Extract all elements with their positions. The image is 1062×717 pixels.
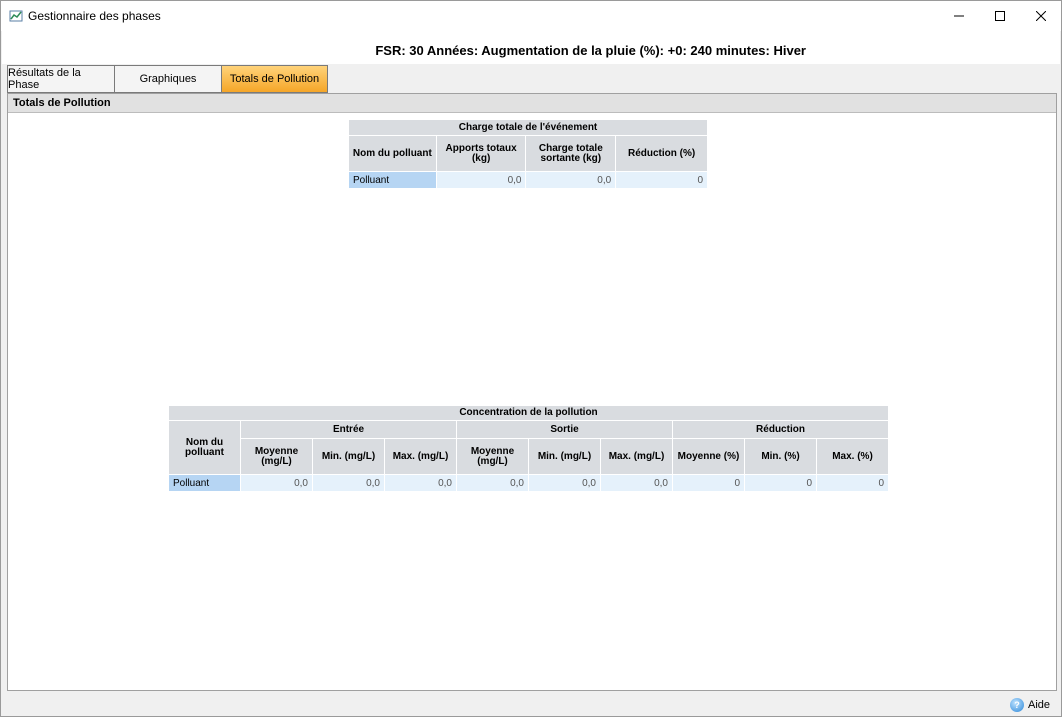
maximize-button[interactable] (978, 1, 1022, 31)
phase-manager-window: Gestionnaire des phases FSR: 30 Années: … (0, 0, 1062, 717)
header-apports-totaux: Apports totaux (kg) (435, 135, 527, 172)
window-title: Gestionnaire des phases (28, 9, 161, 23)
title-bar: Gestionnaire des phases (1, 1, 1061, 31)
charge-table: Charge totale de l'événement Nom du poll… (348, 119, 708, 189)
concentration-table: Concentration de la pollution Nom du pol… (168, 405, 889, 492)
cell-pollutant-name[interactable]: Polluant (168, 474, 241, 492)
cell-reduction[interactable]: 0 (615, 171, 708, 189)
minimize-button[interactable] (937, 1, 981, 31)
header-charge-sortante: Charge totale sortante (kg) (525, 135, 617, 172)
help-label: Aide (1028, 699, 1051, 711)
group-sortie: Sortie (456, 420, 673, 439)
cell-apports[interactable]: 0,0 (435, 171, 527, 189)
cell-reduction-min[interactable]: 0 (744, 474, 817, 492)
tab-content: Totals de Pollution Charge totale de l'é… (7, 93, 1057, 691)
cell-sortie-moyenne[interactable]: 0,0 (456, 474, 529, 492)
section-title: Totals de Pollution (8, 94, 1056, 113)
header-nom-polluant: Nom du polluant (168, 420, 241, 475)
app-icon (9, 10, 23, 22)
cell-sortie-min[interactable]: 0,0 (528, 474, 601, 492)
header-nom-polluant: Nom du polluant (348, 135, 437, 172)
cell-sortie-max[interactable]: 0,0 (600, 474, 673, 492)
charge-table-title: Charge totale de l'événement (348, 119, 708, 136)
header-entree-moyenne: Moyenne (mg/L) (240, 438, 313, 475)
header-entree-min: Min. (mg/L) (312, 438, 385, 475)
group-reduction: Réduction (672, 420, 889, 439)
concentration-table-title: Concentration de la pollution (168, 405, 889, 421)
cell-reduction-max[interactable]: 0 (816, 474, 889, 492)
help-icon: ? (1010, 698, 1024, 712)
header-sortie-moyenne: Moyenne (mg/L) (456, 438, 529, 475)
table-row: Polluant 0,0 0,0 0,0 0,0 0,0 0,0 0 0 0 (168, 474, 889, 492)
header-reduction-min: Min. (%) (744, 438, 817, 475)
phase-title: FSR: 30 Années: Augmentation de la pluie… (375, 43, 806, 58)
header-entree-max: Max. (mg/L) (384, 438, 457, 475)
tab-graphiques[interactable]: Graphiques (114, 65, 221, 93)
group-entree: Entrée (240, 420, 457, 439)
tab-resultats-phase[interactable]: Résultats de la Phase (7, 65, 114, 93)
header-sortie-max: Max. (mg/L) (600, 438, 673, 475)
cell-entree-moyenne[interactable]: 0,0 (240, 474, 313, 492)
header-reduction-max: Max. (%) (816, 438, 889, 475)
close-button[interactable] (1019, 1, 1062, 31)
tab-totals-pollution[interactable]: Totals de Pollution (221, 65, 328, 93)
header-sortie-min: Min. (mg/L) (528, 438, 601, 475)
tab-strip: Résultats de la Phase Graphiques Totals … (7, 65, 328, 93)
close-icon (1036, 11, 1046, 21)
cell-entree-max[interactable]: 0,0 (384, 474, 457, 492)
cell-reduction-moyenne[interactable]: 0 (672, 474, 745, 492)
cell-pollutant-name[interactable]: Polluant (348, 171, 437, 189)
cell-sortante[interactable]: 0,0 (525, 171, 617, 189)
table-row: Polluant 0,0 0,0 0 (348, 171, 708, 189)
phase-header: FSR: 30 Années: Augmentation de la pluie… (2, 31, 1060, 64)
cell-entree-min[interactable]: 0,0 (312, 474, 385, 492)
maximize-icon (995, 11, 1005, 21)
header-reduction-moyenne: Moyenne (%) (672, 438, 745, 475)
minimize-icon (954, 15, 964, 17)
header-reduction: Réduction (%) (615, 135, 708, 172)
help-button[interactable]: ? Aide (1010, 698, 1050, 712)
